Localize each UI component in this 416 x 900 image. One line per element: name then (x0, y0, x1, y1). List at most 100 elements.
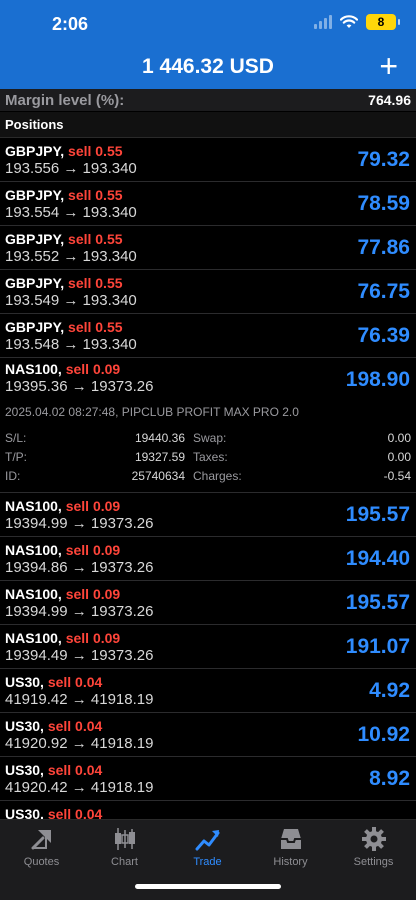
tp-label: T/P: (5, 450, 28, 464)
position-symbol: US30, sell 0.04 (5, 718, 103, 734)
account-balance: 1 446.32 USD (142, 55, 274, 78)
status-icons: 8 (314, 14, 400, 30)
tab-quotes[interactable]: Quotes (0, 826, 83, 868)
tab-trade-label: Trade (193, 856, 222, 868)
position-profit: 198.90 (345, 368, 410, 391)
position-row[interactable]: US30, sell 0.04 41920.92 → 41918.19 10.9… (0, 713, 416, 757)
position-row[interactable]: GBPJPY, sell 0.55 193.549 → 193.340 76.7… (0, 270, 416, 314)
position-prices: 19394.86 → 19373.26 (5, 559, 154, 576)
position-profit: 4.92 (369, 679, 410, 702)
swap-label: Swap: (193, 431, 227, 445)
position-profit: 76.39 (357, 324, 410, 347)
position-prices: 193.548 → 193.340 (5, 336, 137, 353)
position-side: sell 0.55 (68, 231, 123, 247)
positions-header: Positions (0, 112, 416, 138)
taxes-label: Taxes: (193, 450, 228, 464)
position-row[interactable]: NAS100, sell 0.09 19394.99 → 19373.26 19… (0, 581, 416, 625)
position-symbol: US30, sell 0.04 (5, 674, 103, 690)
position-row[interactable]: NAS100, sell 0.09 19394.49 → 19373.26 19… (0, 625, 416, 669)
swap-value: 0.00 (387, 431, 411, 445)
settings-icon (361, 827, 386, 851)
margin-level-row: Margin level (%): 764.96 (0, 89, 416, 111)
home-indicator (135, 884, 281, 889)
position-prices: 19394.49 → 19373.26 (5, 647, 154, 664)
position-row[interactable]: NAS100, sell 0.09 19394.99 → 19373.26 19… (0, 493, 416, 537)
position-side: sell 0.04 (47, 674, 103, 690)
position-symbol: GBPJPY, sell 0.55 (5, 231, 123, 247)
position-prices: 19395.36 → 19373.26 (5, 378, 154, 395)
position-profit: 79.32 (357, 148, 410, 171)
position-profit: 78.59 (357, 192, 410, 215)
tab-history-label: History (273, 856, 308, 868)
position-profit: 10.92 (357, 723, 410, 746)
position-symbol: GBPJPY, sell 0.55 (5, 319, 123, 335)
position-side: sell 0.55 (68, 319, 123, 335)
tp-value: 19327.59 (134, 450, 185, 464)
position-side: sell 0.09 (65, 542, 121, 558)
position-profit: 194.40 (345, 547, 410, 570)
position-profit: 76.75 (357, 280, 410, 303)
position-symbol: NAS100, sell 0.09 (5, 586, 121, 602)
tab-trade[interactable]: Trade (166, 826, 249, 868)
status-time: 2:06 (52, 14, 89, 34)
tab-settings[interactable]: Settings (332, 826, 415, 868)
position-row[interactable]: GBPJPY, sell 0.55 193.554 → 193.340 78.5… (0, 182, 416, 226)
position-prices: 193.549 → 193.340 (5, 292, 137, 309)
taxes-value: 0.00 (387, 450, 411, 464)
position-prices: 193.554 → 193.340 (5, 204, 137, 221)
position-prices: 193.552 → 193.340 (5, 248, 137, 265)
position-side: sell 0.09 (65, 498, 121, 514)
position-symbol: NAS100, sell 0.09 (5, 630, 121, 646)
position-row[interactable]: US30, sell 0.04 (0, 801, 416, 819)
cellular-signal-icon (314, 15, 332, 29)
id-label: ID: (5, 469, 21, 483)
trade-icon (195, 830, 219, 851)
position-symbol: US30, sell 0.04 (5, 762, 103, 778)
position-side: sell 0.55 (68, 187, 123, 203)
top-bar: 2:06 8 1 446.32 USD + (0, 0, 416, 89)
position-profit: 195.57 (345, 503, 410, 526)
margin-level-label: Margin level (%): (5, 91, 125, 109)
history-icon (280, 829, 301, 849)
position-row[interactable]: US30, sell 0.04 41919.42 → 41918.19 4.92 (0, 669, 416, 713)
position-symbol: NAS100, sell 0.09 (5, 542, 121, 558)
position-row[interactable]: US30, sell 0.04 41920.42 → 41918.19 8.92 (0, 757, 416, 801)
margin-level-value: 764.96 (368, 92, 411, 108)
position-prices: 19394.99 → 19373.26 (5, 603, 154, 620)
position-row[interactable]: GBPJPY, sell 0.55 193.556 → 193.340 79.3… (0, 138, 416, 182)
positions-list[interactable]: GBPJPY, sell 0.55 193.556 → 193.340 79.3… (0, 138, 416, 819)
new-order-button[interactable]: + (379, 50, 398, 82)
position-profit: 195.57 (345, 591, 410, 614)
tab-quotes-label: Quotes (23, 856, 60, 868)
position-row[interactable]: NAS100, sell 0.09 19394.86 → 19373.26 19… (0, 537, 416, 581)
tab-history[interactable]: History (249, 826, 332, 868)
position-prices: 41920.92 → 41918.19 (5, 735, 154, 752)
position-profit: 191.07 (345, 635, 410, 658)
position-symbol: NAS100, sell 0.09 (5, 498, 121, 514)
position-row[interactable]: GBPJPY, sell 0.55 193.552 → 193.340 77.8… (0, 226, 416, 270)
position-row[interactable]: GBPJPY, sell 0.55 193.548 → 193.340 76.3… (0, 314, 416, 358)
tab-settings-label: Settings (353, 856, 394, 868)
tab-chart-label: Chart (111, 856, 138, 868)
position-side: sell 0.09 (65, 630, 121, 646)
position-prices: 193.556 → 193.340 (5, 160, 137, 177)
position-side: sell 0.04 (47, 762, 103, 778)
wifi-icon (340, 15, 358, 28)
position-symbol: GBPJPY, sell 0.55 (5, 275, 123, 291)
position-side: sell 0.55 (68, 143, 123, 159)
position-row-expanded[interactable]: NAS100, sell 0.09 19395.36 → 19373.26 19… (0, 358, 416, 493)
id-value: 25740634 (131, 469, 185, 483)
position-side: sell 0.09 (65, 361, 121, 377)
position-prices: 41920.42 → 41918.19 (5, 779, 154, 796)
position-side: sell 0.04 (47, 806, 103, 819)
tab-chart[interactable]: Chart (83, 826, 166, 868)
position-side: sell 0.55 (68, 275, 123, 291)
position-symbol: GBPJPY, sell 0.55 (5, 143, 123, 159)
position-profit: 8.92 (369, 767, 410, 790)
position-profit: 77.86 (357, 236, 410, 259)
position-symbol: NAS100, sell 0.09 (5, 361, 121, 377)
position-comment: 2025.04.02 08:27:48, PIPCLUB PROFIT MAX … (5, 405, 299, 419)
position-symbol: US30, sell 0.04 (5, 806, 102, 819)
sl-value: 19440.36 (134, 431, 185, 445)
position-symbol: GBPJPY, sell 0.55 (5, 187, 123, 203)
